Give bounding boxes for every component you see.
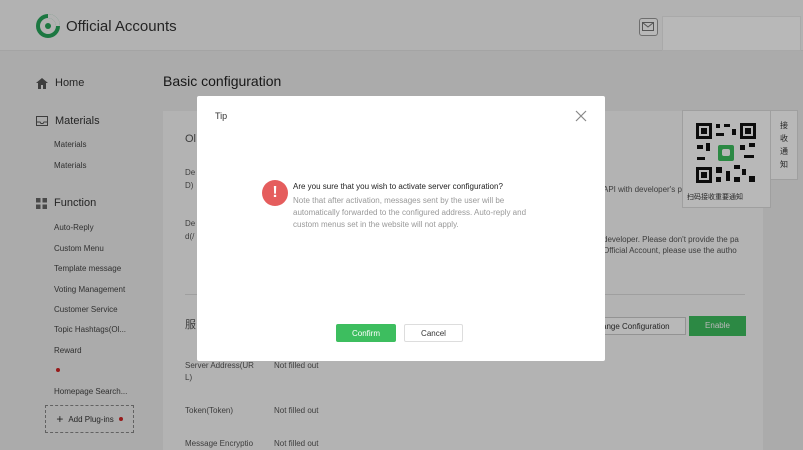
dialog-question: Are you sure that you wish to activate s…: [293, 182, 503, 191]
cancel-button[interactable]: Cancel: [404, 324, 463, 342]
dialog-title: Tip: [215, 111, 228, 121]
close-icon[interactable]: [574, 109, 588, 123]
confirm-button[interactable]: Confirm: [336, 324, 396, 342]
confirm-dialog: Tip ! Are you sure that you wish to acti…: [197, 96, 605, 361]
dialog-note: Note that after activation, messages sen…: [293, 196, 527, 229]
warning-icon: !: [262, 180, 288, 206]
